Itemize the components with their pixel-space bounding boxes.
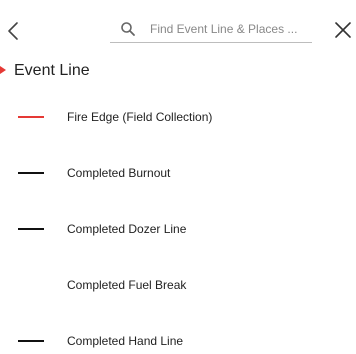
list-item-fire-edge[interactable]: Fire Edge (Field Collection) bbox=[0, 90, 356, 146]
list-item-label: Fire Edge (Field Collection) bbox=[67, 110, 213, 124]
line-swatch bbox=[18, 116, 44, 118]
search-field[interactable] bbox=[110, 18, 312, 43]
close-button[interactable] bbox=[331, 18, 355, 42]
section-title: Event Line bbox=[14, 62, 90, 79]
line-swatch bbox=[18, 172, 44, 174]
search-icon bbox=[120, 21, 136, 37]
chevron-left-icon bbox=[8, 22, 18, 40]
section-marker-icon bbox=[0, 66, 6, 74]
list-item-completed-fuel-break[interactable]: Completed Fuel Break bbox=[0, 258, 356, 314]
close-icon bbox=[335, 22, 351, 38]
header bbox=[0, 0, 356, 50]
event-line-screen: Event Line Fire Edge (Field Collection) … bbox=[0, 0, 356, 354]
list-item-label: Completed Burnout bbox=[67, 166, 171, 180]
search-input[interactable] bbox=[150, 19, 308, 39]
back-button[interactable] bbox=[2, 18, 24, 44]
list-item-label: Completed Dozer Line bbox=[67, 222, 187, 236]
line-swatch bbox=[18, 340, 44, 342]
list-item-label: Completed Hand Line bbox=[67, 334, 184, 348]
list-item-label: Completed Fuel Break bbox=[67, 278, 187, 292]
list-item-completed-dozer-line[interactable]: Completed Dozer Line bbox=[0, 202, 356, 258]
list-item-completed-hand-line[interactable]: Completed Hand Line bbox=[0, 314, 356, 354]
list-item-completed-burnout[interactable]: Completed Burnout bbox=[0, 146, 356, 202]
line-swatch bbox=[18, 228, 44, 230]
